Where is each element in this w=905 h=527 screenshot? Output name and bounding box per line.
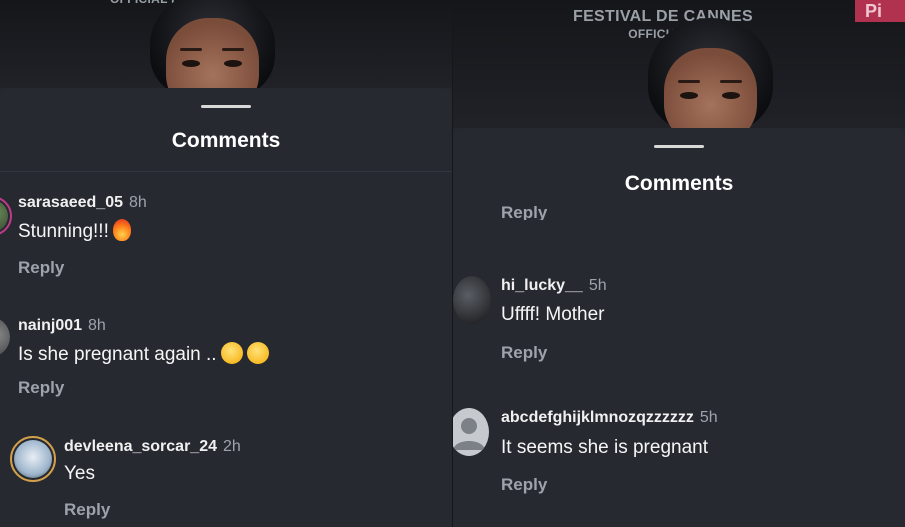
reply-button[interactable]: Reply bbox=[501, 206, 547, 220]
user-silhouette-icon bbox=[453, 418, 485, 450]
comments-sheet: Comments Reply hi_lucky__ 5h Uffff! Mothe… bbox=[453, 128, 905, 527]
comment-username[interactable]: devleena_sorcar_24 2h bbox=[64, 438, 241, 456]
comment-username[interactable]: abcdefghijklmnozqzzzzzz 5h bbox=[501, 409, 718, 427]
face-image bbox=[648, 18, 773, 128]
comment-username[interactable]: hi_lucky__ 5h bbox=[501, 277, 607, 295]
sheet-title: Comments bbox=[624, 172, 734, 195]
brand-tag: Pi bbox=[855, 0, 905, 22]
sheet-title: Comments bbox=[171, 129, 281, 152]
divider bbox=[0, 171, 452, 172]
background-photo: FESTIVAL DE CANNES OFFICIAL P Pi bbox=[453, 0, 905, 128]
reply-button[interactable]: Reply bbox=[501, 343, 547, 363]
comment-time: 8h bbox=[88, 317, 106, 334]
comments-sheet: Comments sarasaeed_05 8h Stunning!!! Repl… bbox=[0, 88, 452, 527]
comment-time: 2h bbox=[223, 438, 241, 455]
drag-handle[interactable] bbox=[201, 105, 251, 108]
comment-time: 8h bbox=[128, 194, 147, 211]
reply-button[interactable]: Reply bbox=[18, 378, 64, 398]
comment-username[interactable]: nainj001 8h bbox=[18, 317, 106, 335]
comment-text: Uffff! Mother bbox=[501, 304, 605, 325]
right-screenshot: FESTIVAL DE CANNES OFFICIAL P Pi Comment… bbox=[452, 0, 905, 527]
comment-text: It seems she is pregnant bbox=[501, 437, 708, 458]
left-screenshot: OFFICIAL P Comments sarasaeed_058h Stunn… bbox=[0, 0, 452, 527]
comment-username[interactable]: sarasaeed_05 8h bbox=[18, 194, 147, 212]
comment-text: Stunning!!! bbox=[18, 219, 131, 243]
reply-button[interactable]: Reply bbox=[501, 475, 547, 495]
reply-button[interactable]: Reply bbox=[18, 258, 64, 278]
comment-text: Yes bbox=[64, 463, 95, 484]
background-photo: OFFICIAL P bbox=[0, 0, 452, 88]
thinking-face-icon bbox=[246, 342, 269, 364]
avatar[interactable] bbox=[0, 196, 12, 236]
fire-icon bbox=[112, 219, 131, 241]
avatar[interactable] bbox=[453, 276, 491, 324]
reply-button[interactable]: Reply bbox=[64, 500, 110, 520]
default-avatar-icon[interactable] bbox=[453, 408, 489, 456]
drag-handle[interactable] bbox=[654, 145, 704, 148]
avatar[interactable] bbox=[0, 317, 10, 357]
comment-time: 5h bbox=[588, 277, 607, 294]
comment-text: Is she pregnant again .. bbox=[18, 342, 269, 366]
comment-time: 5h bbox=[699, 409, 718, 426]
avatar[interactable] bbox=[10, 436, 56, 482]
face-image bbox=[150, 0, 275, 88]
thinking-face-icon bbox=[220, 342, 243, 364]
